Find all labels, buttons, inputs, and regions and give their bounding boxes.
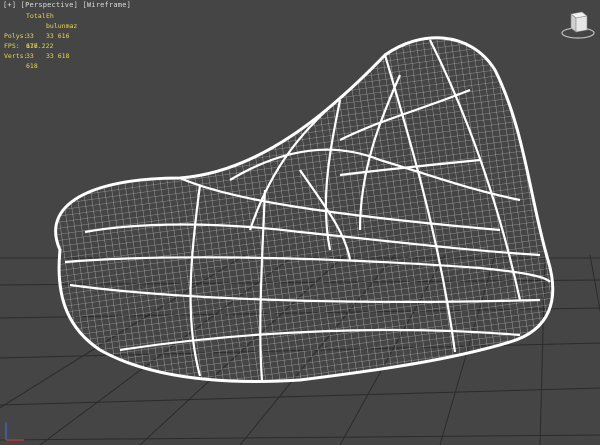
stats-overlay: Total Eh bulunmaz Polys: 33 616 33 616 V… [4,11,78,71]
viewport-label[interactable]: [+] [Perspective] [Wireframe] [3,1,131,9]
fps-key: FPS: [4,42,20,50]
axis-tripod-icon [5,422,24,441]
stats-header-selected: Eh bulunmaz [46,12,78,30]
fps-readout: FPS: 177.222 [4,42,53,50]
stats-header-total: Total [26,12,46,20]
3d-viewport[interactable]: [+] [Perspective] [Wireframe] Total Eh b… [0,0,600,445]
wireframe-scene [0,25,600,445]
stats-key-verts: Verts: [4,52,28,60]
stats-verts-selected: 33 618 [46,52,70,60]
stats-verts-total: 33 618 [26,52,38,70]
fps-value: 177.222 [26,42,54,50]
stats-header-row: Total Eh bulunmaz [4,11,78,31]
beanbag-wireframe[interactable] [40,25,560,395]
viewcube-icon[interactable] [560,8,596,40]
stats-row-verts: Verts: 33 618 33 618 [4,51,76,71]
